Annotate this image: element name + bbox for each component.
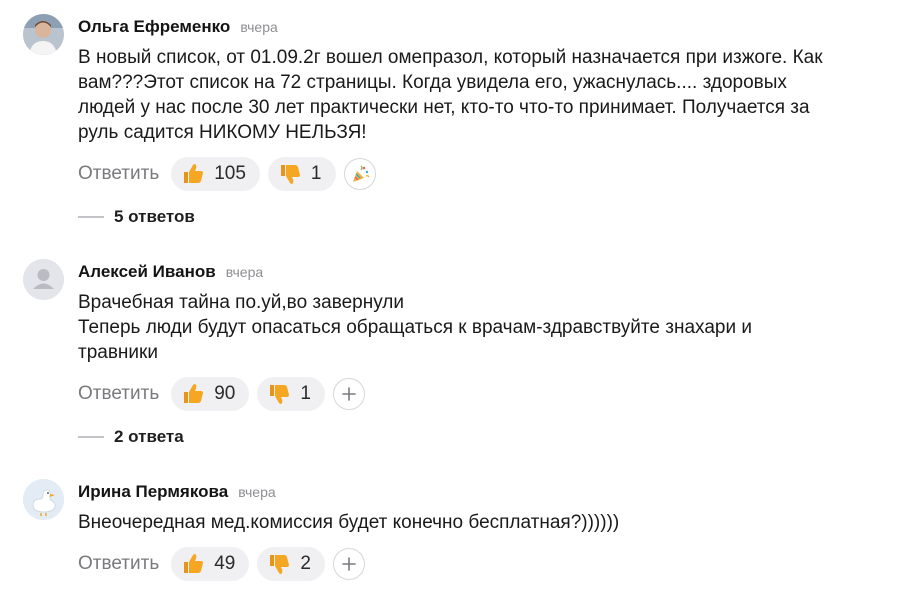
dislike-count: 2 — [300, 553, 311, 574]
show-replies-button[interactable]: 5 ответов — [78, 207, 195, 227]
dislike-count: 1 — [300, 383, 311, 404]
thumbs-down-icon — [270, 385, 290, 404]
goose-avatar-icon — [23, 479, 64, 520]
author-avatar[interactable] — [23, 259, 64, 300]
like-count: 105 — [214, 163, 246, 184]
author-name[interactable]: Алексей Иванов — [78, 262, 216, 282]
comment-text: Внеочередная мед.комиссия будет конечно … — [78, 510, 888, 535]
reaction-party-button[interactable] — [343, 158, 376, 190]
comment-text: В новый список, от 01.09.2г вошел омепра… — [78, 45, 888, 145]
photo-avatar-icon — [23, 14, 64, 55]
author-name[interactable]: Ирина Пермякова — [78, 482, 228, 502]
comment-text-line: травники — [78, 342, 158, 363]
replies-count: 5 ответов — [114, 207, 195, 226]
add-reaction-button[interactable] — [332, 548, 365, 580]
like-button[interactable]: 49 — [171, 547, 250, 581]
thumbs-down-icon — [270, 555, 290, 574]
author-name[interactable]: Ольга Ефременко — [78, 17, 230, 37]
like-button[interactable]: 90 — [171, 377, 250, 411]
dislike-button[interactable]: 1 — [257, 377, 325, 411]
comment-time: вчера — [238, 484, 276, 500]
author-avatar[interactable] — [23, 479, 64, 520]
comment-text: Врачебная тайна по.уй,во завернули Тепер… — [78, 290, 888, 365]
like-button[interactable]: 105 — [171, 157, 260, 191]
dislike-count: 1 — [310, 163, 322, 184]
comment-actions: Ответить 90 1 — [78, 377, 365, 411]
show-replies-button[interactable]: 2 ответа — [78, 427, 184, 447]
replies-line — [78, 436, 104, 438]
comment-actions: Ответить 105 1 — [78, 157, 376, 191]
replies-count: 2 ответа — [114, 427, 184, 446]
plus-icon — [342, 387, 356, 401]
thumbs-up-icon — [184, 164, 204, 183]
plus-icon — [342, 557, 356, 571]
dislike-button[interactable]: 1 — [267, 157, 336, 191]
replies-line — [78, 216, 104, 218]
comment-time: вчера — [225, 264, 264, 280]
dislike-button[interactable]: 2 — [257, 547, 325, 581]
comment-text-line: Внеочередная мед.комиссия будет конечно … — [78, 512, 620, 533]
comment-header: Алексей Иванов вчера — [78, 262, 263, 282]
comment-header: Ольга Ефременко вчера — [78, 17, 278, 37]
reply-button[interactable]: Ответить — [78, 163, 159, 185]
default-user-avatar-icon — [23, 259, 64, 300]
reply-button[interactable]: Ответить — [78, 553, 159, 575]
comment-actions: Ответить 49 2 — [78, 547, 365, 581]
thumbs-up-icon — [184, 554, 204, 573]
comment-time: вчера — [240, 19, 278, 35]
comment-text-line: людей у нас после 30 лет практически нет… — [78, 97, 810, 118]
thumbs-down-icon — [280, 165, 300, 184]
comment-text-line: В новый список, от 01.09.2г вошел омепра… — [78, 47, 823, 68]
like-count: 49 — [214, 553, 236, 574]
comment-text-line: Теперь люди будут опасаться обращаться к… — [78, 317, 752, 338]
like-count: 90 — [214, 383, 236, 404]
add-reaction-button[interactable] — [332, 378, 365, 410]
party-popper-icon — [352, 165, 370, 182]
reply-button[interactable]: Ответить — [78, 383, 159, 405]
comment-header: Ирина Пермякова вчера — [78, 482, 276, 502]
comment-text-line: руль садится НИКОМУ НЕЛЬЗЯ! — [78, 122, 367, 143]
comment-text-line: Врачебная тайна по.уй,во завернули — [78, 292, 404, 313]
author-avatar[interactable] — [23, 14, 64, 55]
comment-text-line: вам???Этот список на 72 страницы. Когда … — [78, 72, 787, 93]
thumbs-up-icon — [184, 384, 204, 403]
